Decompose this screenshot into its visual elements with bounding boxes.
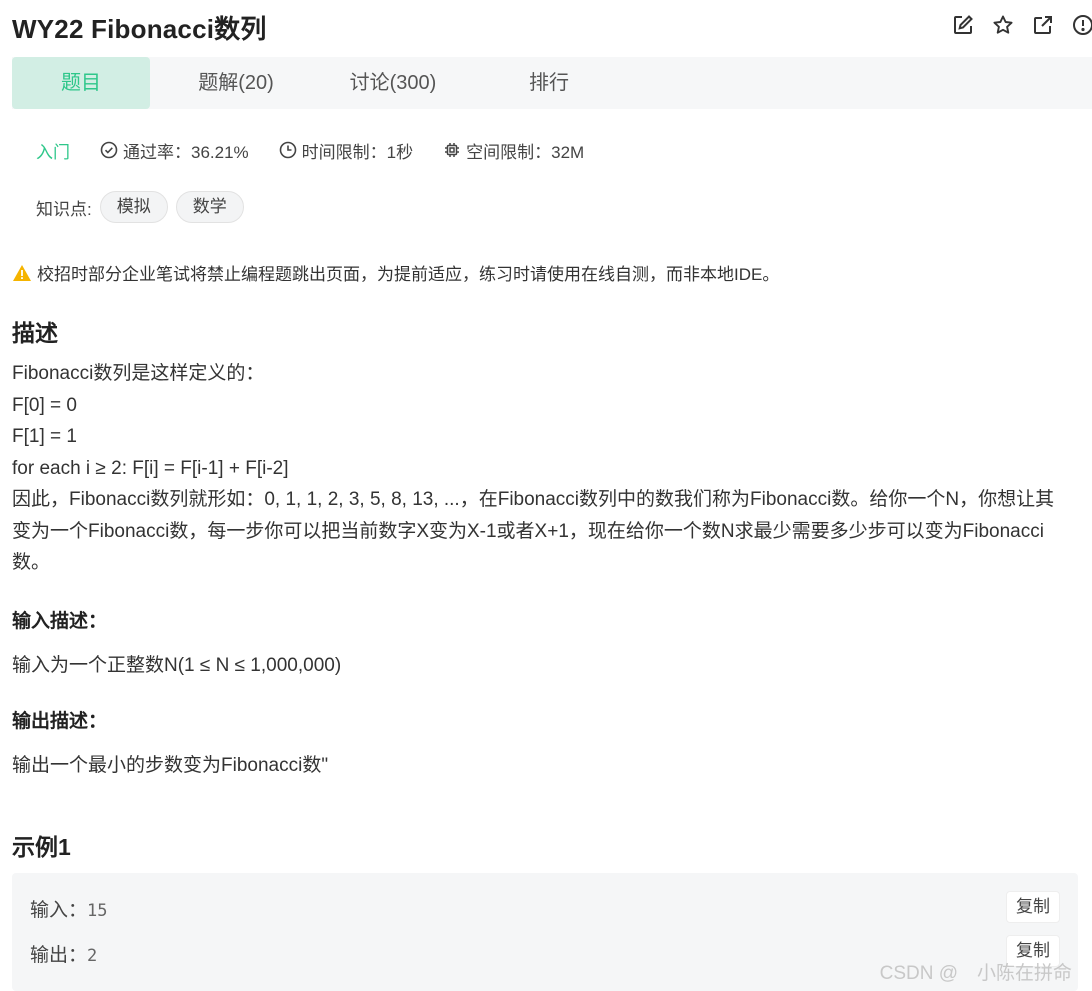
example-output: 输出：2 [30, 945, 98, 966]
input-desc-text: 输入为一个正整数N(1 ≤ N ≤ 1,000,000) [12, 655, 342, 676]
example-output-value[interactable]: 2 [87, 946, 97, 966]
tab-ranking[interactable]: 排行 [504, 57, 594, 109]
description-line: Fibonacci数列是这样定义的： [12, 363, 265, 384]
knowledge-label: 知识点: [36, 199, 92, 219]
star-icon[interactable] [992, 14, 1014, 36]
description-line: for each i ≥ 2: F[i] = F[i-1] + F[i-2] [12, 457, 289, 479]
input-desc-heading: 输入描述： [12, 611, 108, 632]
description-line: F[0] = 0 [12, 394, 77, 416]
output-desc-heading: 输出描述： [12, 711, 108, 732]
copy-input-button[interactable]: 复制 [1006, 891, 1060, 923]
description-line: 因此，Fibonacci数列就形如：0, 1, 1, 2, 3, 5, 8, 1… [12, 489, 1055, 573]
tab-bar: 题目 题解(20) 讨论(300) 排行 [12, 57, 1092, 109]
output-desc-text: 输出一个最小的步数变为Fibonacci数" [12, 755, 329, 776]
edit-icon[interactable] [952, 14, 974, 36]
warning-notice: 校招时部分企业笔试将禁止编程题跳出页面，为提前适应，练习时请使用在线自测，而非本… [12, 260, 779, 285]
difficulty-label: 入门 [36, 142, 70, 162]
tag-simulation[interactable]: 模拟 [99, 191, 168, 223]
example-input-value[interactable]: 15 [87, 901, 107, 921]
description-line: F[1] = 1 [12, 426, 77, 447]
chip-icon [445, 143, 460, 157]
knowledge-points: 知识点: 模拟 数学 [36, 191, 244, 223]
time-limit: 时间限制：1秒 [279, 138, 413, 163]
tab-problem[interactable]: 题目 [12, 57, 150, 109]
tab-discussion[interactable]: 讨论(300) [328, 57, 458, 109]
tag-math[interactable]: 数学 [175, 191, 244, 223]
watermark: CSDN @ 小陈在拼命 [879, 963, 1072, 984]
tab-solutions[interactable]: 题解(20) [174, 57, 298, 109]
description-heading: 描述 [12, 320, 58, 346]
check-circle-icon [100, 141, 118, 159]
problem-title: WY22 Fibonacci数列 [12, 14, 267, 44]
example-heading: 示例1 [12, 834, 71, 860]
title-bar: WY22 Fibonacci数列 [12, 6, 1092, 46]
pass-rate: 通过率：36.21% [100, 138, 249, 163]
info-icon[interactable] [1072, 14, 1092, 36]
clock-icon [279, 141, 296, 159]
memory-limit: 空间限制：32M [443, 138, 584, 163]
share-icon[interactable] [1032, 14, 1054, 36]
problem-meta: 入门 通过率：36.21% 时间限制：1秒 空间限制：32M [36, 138, 614, 162]
example-input: 输入：15 [30, 900, 108, 921]
warning-icon [13, 264, 31, 281]
description-body: Fibonacci数列是这样定义的： F[0] = 0 F[1] = 1 for… [12, 358, 1072, 579]
title-actions [952, 14, 1092, 36]
